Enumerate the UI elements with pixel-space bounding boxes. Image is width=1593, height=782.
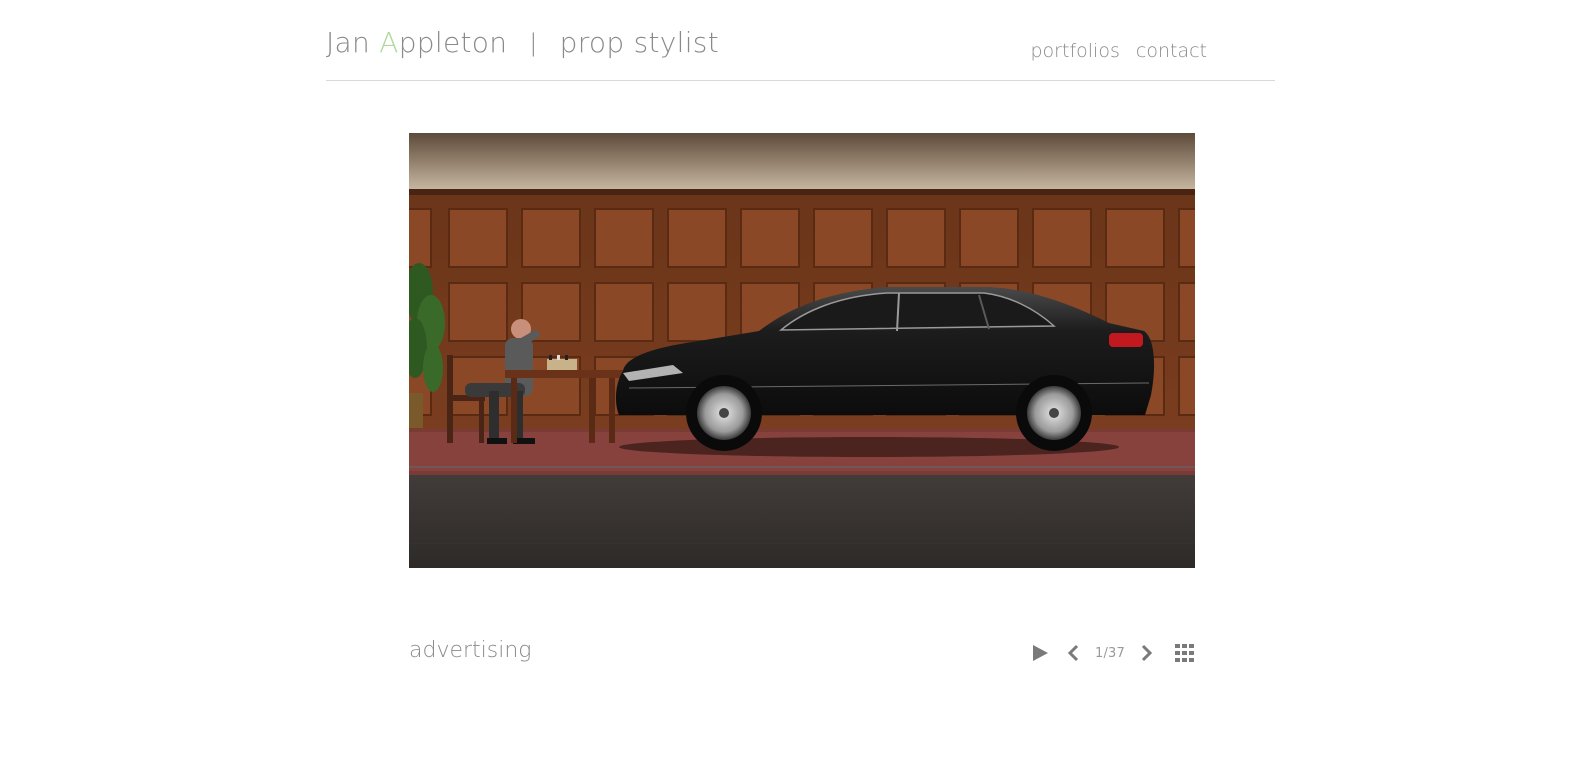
- slide-counter: 1/37: [1095, 645, 1125, 661]
- page: Jan Appleton | prop stylist portfolios con…: [0, 0, 1593, 782]
- nav-contact-link[interactable]: contact: [1136, 40, 1207, 62]
- main-nav: portfolios contact: [1021, 40, 1208, 62]
- title-separator: |: [529, 29, 538, 57]
- title-accent-letter: A: [379, 26, 399, 59]
- grid-icon[interactable]: [1175, 644, 1195, 662]
- nav-portfolios-link[interactable]: portfolios: [1031, 40, 1120, 62]
- gallery-caption: advertising: [409, 638, 532, 663]
- chevron-right-icon[interactable]: [1141, 644, 1153, 662]
- site-header: Jan Appleton | prop stylist portfolios con…: [326, 0, 1275, 81]
- gallery-controls: 1/37: [1032, 641, 1195, 665]
- title-first-name: Jan: [326, 26, 380, 59]
- play-icon[interactable]: [1032, 644, 1049, 662]
- title-last-name: ppleton: [398, 26, 508, 59]
- title-subtitle: prop stylist: [559, 26, 719, 59]
- gallery-photo[interactable]: [409, 133, 1195, 568]
- chevron-left-icon[interactable]: [1067, 644, 1079, 662]
- photo-car-chess-scene: [409, 133, 1195, 568]
- site-title[interactable]: Jan Appleton | prop stylist: [326, 26, 719, 59]
